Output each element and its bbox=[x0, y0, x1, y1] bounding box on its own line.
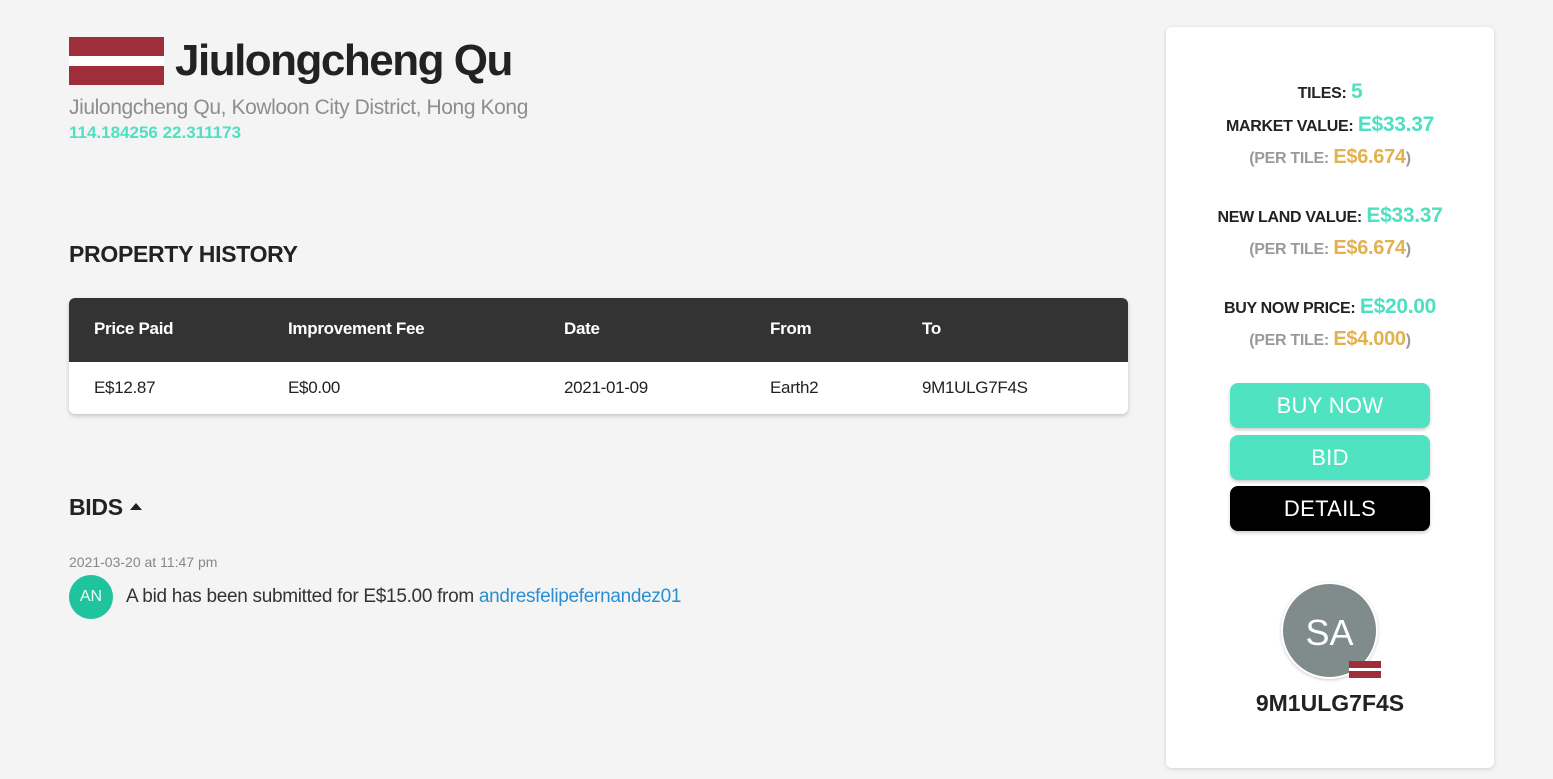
per-tile-close: ) bbox=[1405, 150, 1411, 167]
buy-now-price-value: E$20.00 bbox=[1359, 295, 1437, 318]
cell-price-paid: E$12.87 bbox=[94, 378, 156, 397]
avatar: AN bbox=[69, 575, 113, 619]
column-header-price-paid: Price Paid bbox=[94, 319, 174, 338]
market-value-stat: MARKET VALUE: E$33.37 bbox=[1166, 113, 1494, 137]
cell-date: 2021-01-09 bbox=[564, 378, 648, 397]
bid-button[interactable]: BID bbox=[1230, 435, 1430, 480]
tiles-stat: TILES: 5 bbox=[1166, 80, 1494, 104]
column-header-improvement-fee: Improvement Fee bbox=[288, 319, 425, 338]
per-tile-value: E$4.000 bbox=[1333, 328, 1406, 350]
bid-amount: E$15.00 bbox=[363, 586, 433, 607]
bidder-link[interactable]: andresfelipefernandez01 bbox=[479, 586, 682, 607]
bid-text-from: from bbox=[437, 586, 474, 607]
market-value: E$33.37 bbox=[1357, 113, 1434, 136]
page-title: Jiulongcheng Qu bbox=[175, 36, 513, 85]
property-coordinates: 114.184256 22.311173 bbox=[69, 123, 242, 142]
cell-from: Earth2 bbox=[770, 378, 819, 397]
cell-to: 9M1ULG7F4S bbox=[922, 378, 1028, 397]
new-land-value-stat: NEW LAND VALUE: E$33.37 bbox=[1166, 204, 1494, 228]
per-tile-close: ) bbox=[1405, 241, 1411, 258]
bid-message: A bid has been submitted for E$15.00 fro… bbox=[126, 586, 681, 608]
property-address: Jiulongcheng Qu, Kowloon City District, … bbox=[69, 96, 528, 119]
market-per-tile: (PER TILE: E$6.674) bbox=[1166, 146, 1494, 169]
new-land-value: E$33.37 bbox=[1366, 204, 1443, 227]
buy-now-price-stat: BUY NOW PRICE: E$20.00 bbox=[1166, 295, 1494, 319]
column-header-from: From bbox=[770, 319, 812, 338]
latvia-flag-icon bbox=[1349, 661, 1381, 678]
bids-heading[interactable]: BIDS bbox=[69, 494, 123, 521]
table-row: E$12.87 E$0.00 2021-01-09 Earth2 9M1ULG7… bbox=[69, 362, 1128, 414]
column-header-to: To bbox=[922, 319, 941, 338]
property-history-heading: PROPERTY HISTORY bbox=[69, 241, 298, 267]
per-tile-value: E$6.674 bbox=[1333, 146, 1406, 168]
owner-name[interactable]: 9M1ULG7F4S bbox=[1166, 690, 1494, 717]
table-header: Price Paid Improvement Fee Date From To bbox=[69, 298, 1128, 362]
per-tile-value: E$6.674 bbox=[1333, 237, 1406, 259]
per-tile-label: (PER TILE: bbox=[1249, 150, 1329, 167]
cell-improvement-fee: E$0.00 bbox=[288, 378, 341, 397]
per-tile-label: (PER TILE: bbox=[1249, 332, 1329, 349]
per-tile-close: ) bbox=[1405, 332, 1411, 349]
new-land-per-tile: (PER TILE: E$6.674) bbox=[1166, 237, 1494, 260]
property-history-table: Price Paid Improvement Fee Date From To … bbox=[69, 298, 1128, 414]
property-summary-card: TILES: 5 MARKET VALUE: E$33.37 (PER TILE… bbox=[1166, 27, 1494, 768]
new-land-value-label: NEW LAND VALUE: bbox=[1217, 209, 1362, 226]
bid-text-prefix: A bid has been submitted for bbox=[126, 586, 359, 607]
column-header-date: Date bbox=[564, 319, 600, 338]
per-tile-label: (PER TILE: bbox=[1249, 241, 1329, 258]
details-button[interactable]: DETAILS bbox=[1230, 486, 1430, 531]
caret-up-icon[interactable] bbox=[130, 503, 142, 510]
bid-timestamp: 2021-03-20 at 11:47 pm bbox=[69, 554, 218, 570]
tiles-value: 5 bbox=[1350, 80, 1363, 103]
buy-now-per-tile: (PER TILE: E$4.000) bbox=[1166, 328, 1494, 351]
buy-now-button[interactable]: BUY NOW bbox=[1230, 383, 1430, 428]
buy-now-price-label: BUY NOW PRICE: bbox=[1223, 300, 1356, 317]
latvia-flag-icon bbox=[69, 37, 164, 85]
tiles-label: TILES: bbox=[1297, 85, 1347, 102]
market-value-label: MARKET VALUE: bbox=[1226, 118, 1354, 135]
